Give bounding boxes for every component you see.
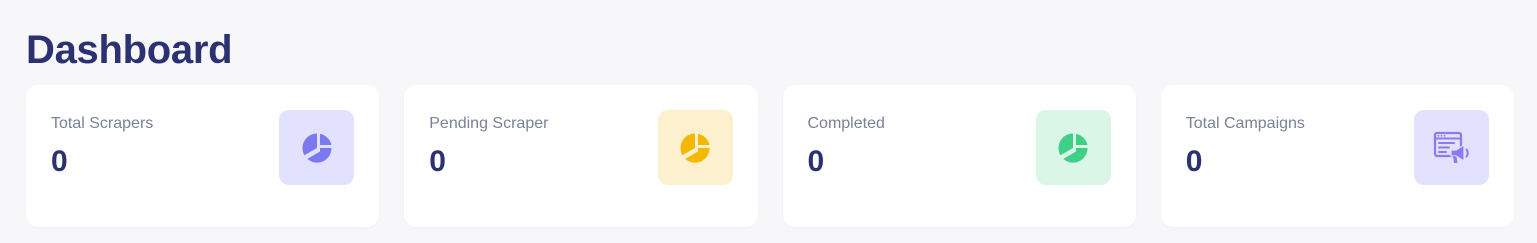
stat-card-label: Completed bbox=[807, 115, 885, 132]
stat-icon-box bbox=[657, 110, 733, 185]
stat-card-total-campaigns[interactable]: Total Campaigns 0 bbox=[1160, 85, 1514, 227]
stat-card-total-scrapers[interactable]: Total Scrapers 0 bbox=[26, 85, 380, 227]
stat-card-value: 0 bbox=[429, 145, 446, 178]
stat-card-value: 0 bbox=[1185, 145, 1203, 178]
stat-card-value: 0 bbox=[807, 145, 825, 178]
stat-card-label: Total Scrapers bbox=[51, 115, 154, 132]
stat-icon-box bbox=[279, 110, 355, 185]
pie-chart-icon bbox=[1058, 133, 1088, 163]
stat-card-pending-scraper[interactable]: Pending Scraper 0 bbox=[404, 85, 758, 227]
stat-card-completed[interactable]: Completed 0 bbox=[782, 85, 1136, 227]
campaign-megaphone-icon bbox=[1433, 131, 1469, 163]
pie-chart-icon bbox=[302, 133, 332, 163]
stat-card-label: Total Campaigns bbox=[1185, 115, 1305, 132]
stat-icon-box bbox=[1035, 110, 1111, 185]
page-title: Dashboard bbox=[26, 28, 233, 72]
stat-icon-box bbox=[1414, 110, 1489, 185]
stat-card-value: 0 bbox=[51, 145, 68, 178]
stat-card-label: Pending Scraper bbox=[429, 115, 549, 132]
pie-chart-icon bbox=[680, 133, 710, 163]
stats-cards: Total Scrapers 0 Pending Scraper 0 Compl… bbox=[26, 85, 1514, 227]
